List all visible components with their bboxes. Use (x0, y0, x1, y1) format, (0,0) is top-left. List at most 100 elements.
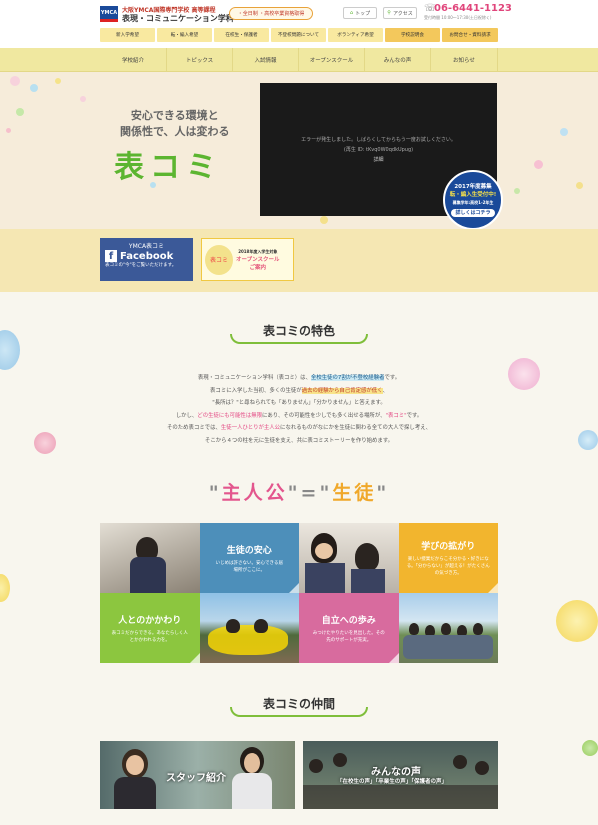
para-4-name: "表コミ" (385, 412, 407, 419)
department-name[interactable]: 表現・コミュニケーション学科 (122, 13, 234, 24)
hero-tagline-line1: 安心できる環境と (130, 109, 219, 122)
seal-detail-button[interactable]: 詳しくはコチラ (451, 209, 495, 217)
subnav-parents[interactable]: 在校生・保護者 (214, 28, 269, 42)
para-1-highlight: 全校生徒の7割が不登校経験者 (310, 375, 385, 381)
banner-strip: YMCA表コミ f Facebook 表コミの"今"をご覧いただけます。 表コミ… (0, 229, 598, 292)
open-school-guide: ご案内 (249, 264, 267, 271)
recruitment-seal[interactable]: 2017年度募集 転・編入生受付中! 募集学年:高校1-2年生 詳しくはコチラ (443, 170, 503, 230)
facebook-label: Facebook (120, 250, 174, 262)
seal-status: 転・編入生受付中! (449, 192, 497, 198)
staff-banner-label: スタッフ紹介 (166, 773, 226, 784)
pillar-relations[interactable]: 人とのかかわり 表コミだからできる。あなたらしく人とかかわれる力を。 (100, 593, 200, 663)
voices-banner-sub: 「在校生の声」「卒業生の声」「保護者の声」 (337, 779, 448, 785)
pillar-independence-text: みつけたやりたいを見出した。その先のサポートが充実。 (312, 630, 385, 643)
open-school-title: オープンスクール (236, 256, 280, 263)
top-button-label: トップ (355, 10, 371, 17)
group-photo (398, 593, 498, 663)
seal-year: 2017年度募集 (454, 184, 492, 190)
video-error-id: (再生 ID: tKvq0W0qdkUpug) (343, 147, 414, 153)
nav-news[interactable]: お知らせ (430, 48, 498, 72)
pillar-safety-text: いじめは許さない。安心できる居場所がここに。 (215, 560, 283, 573)
open-school-target: 2018年度入学生対象 (238, 248, 278, 254)
video-error-details-link[interactable]: 詳細 (260, 155, 497, 165)
facebook-account: YMCA表コミ (128, 243, 165, 250)
main-nav: 学校紹介 トピックス 入試情報 オープンスクール みんなの声 お知らせ (0, 48, 598, 72)
subnav-info-session[interactable]: 学校説明会 (385, 28, 440, 42)
pillar-relations-heading: 人とのかかわり (118, 615, 182, 626)
voices-banner[interactable]: みんなの声 「在校生の声」「卒業生の声」「保護者の声」 (303, 741, 498, 809)
facebook-icon: f (105, 250, 117, 262)
outdoor-photo (199, 593, 299, 663)
para-5a: そのため表コミでは、 (166, 425, 221, 431)
subnav-volunteer[interactable]: ボランティア希望 (328, 28, 383, 42)
deco-green-dot (582, 740, 598, 756)
para-2-highlight: 過去の経験から自己肯定感が低く (301, 387, 383, 394)
nav-open-school[interactable]: オープンスクール (298, 48, 364, 72)
slogan-quote-close: " (376, 482, 390, 504)
para-6: そこから４つの柱を元に生徒を支え、共に表コミストーリーを作り始めます。 (204, 437, 394, 444)
pillar-safety[interactable]: 生徒の安心 いじめは許さない。安心できる居場所がここに。 (199, 523, 299, 593)
pillar-learning[interactable]: 学びの拡がり 楽しい授業だからこそ分かる・好きになる。「分からない」が超える！が… (398, 523, 498, 593)
subnav-transfer[interactable]: 転・編入希望 (157, 28, 212, 42)
para-4c: にあり、その可能性を少しでも多く出せる場所が、 (262, 412, 386, 419)
para-3: "長所は？"と尋ねられても「ありません」「分かりません」と答えます。 (212, 400, 386, 406)
para-4e: です。 (406, 412, 423, 419)
voices-banner-label: みんなの声 (371, 767, 421, 778)
top-button[interactable]: ⌂ トップ (343, 7, 377, 19)
staff-banner[interactable]: スタッフ紹介 (100, 741, 295, 809)
nav-admissions[interactable]: 入試情報 (232, 48, 298, 72)
slogan: "主人公"="生徒" (0, 478, 598, 505)
features-title-underline (230, 334, 368, 344)
site-header: YMCA 大阪YMCA国際専門学校 高等課程 表現・コミュニケーション学科 ・全… (0, 0, 598, 48)
para-1a: 表現・コミュニケーション学科（表コミ）は、 (197, 375, 311, 381)
mascot-image: 表コミ (205, 244, 233, 275)
deco-yellow-dot (0, 574, 10, 602)
students-photo (299, 523, 399, 593)
para-5c: になれるものがなにかを生徒に関わる全ての大人で探し考え、 (280, 425, 431, 431)
pillar-independence[interactable]: 自立への歩み みつけたやりたいを見出した。その先のサポートが充実。 (299, 593, 399, 663)
slogan-equals: "=" (287, 482, 333, 504)
members-title-underline (230, 707, 368, 717)
pillar-independence-heading: 自立への歩み (321, 615, 376, 626)
nav-topics[interactable]: トピックス (166, 48, 232, 72)
nav-about[interactable]: 学校紹介 (100, 48, 166, 72)
home-icon: ⌂ (349, 10, 354, 16)
para-1c: です。 (384, 375, 401, 381)
facebook-banner[interactable]: YMCA表コミ f Facebook 表コミの"今"をご覧いただけます。 (100, 238, 193, 281)
pillar-safety-heading: 生徒の安心 (226, 545, 272, 556)
deco-yellow-dot-right (556, 600, 598, 642)
pillar-learning-text: 楽しい授業だからこそ分かる・好きになる。「分からない」が超える！がたくさんの気づ… (406, 557, 490, 576)
ymca-logo[interactable]: YMCA (100, 6, 118, 22)
nav-voices[interactable]: みんなの声 (364, 48, 430, 72)
open-school-banner[interactable]: 表コミ 2018年度入学生対象 オープンスクール ご案内 (201, 238, 294, 281)
pillar-learning-heading: 学びの拡がり (421, 542, 476, 552)
phone-number[interactable]: 06-6441-1123 (434, 3, 512, 14)
hero-tagline: 安心できる環境と 関係性で、人は変わる (120, 108, 230, 140)
slogan-quote-open: " (208, 482, 222, 504)
para-2a: 表コミに入学した当初、多くの生徒が (210, 387, 302, 394)
pin-icon: ⚲ (387, 10, 391, 16)
slogan-student: 生徒 (332, 482, 377, 504)
subnav-new-students[interactable]: 新入学希望 (100, 28, 155, 42)
subnav-truancy[interactable]: 不登校問題について (271, 28, 326, 42)
subnav-contact[interactable]: お問合せ・資料請求 (442, 28, 498, 42)
video-error-text: エラーが発生しました。しばらくしてからもう一度お試しください。 (301, 137, 456, 143)
phone-hours: 受付時間 10:00〜17:30(土日祝除く) (424, 15, 492, 20)
access-button[interactable]: ⚲ アクセス (383, 7, 417, 19)
open-school-text: 2018年度入学生対象 オープンスクール ご案内 (236, 248, 280, 272)
access-button-label: アクセス (392, 10, 413, 17)
para-4-highlight: どの生徒にも可能性は無限 (197, 412, 262, 419)
hero-tagline-line2: 関係性で、人は変わる (120, 125, 230, 138)
facebook-caption: 表コミの"今"をご覧いただけます。 (105, 263, 177, 268)
slogan-protagonist: 主人公 (221, 482, 288, 504)
four-pillars-grid: 生徒の安心 いじめは許さない。安心できる居場所がここに。 学びの拡がり 楽しい授… (100, 523, 498, 663)
para-5-highlight: 生徒一人ひとりが主人公 (220, 425, 281, 431)
deco-blue-dot (0, 330, 20, 370)
pillar-relations-text: 表コミだからできる。あなたらしく人とかかわれる力を。 (111, 630, 188, 643)
para-2c: 、 (382, 387, 388, 394)
classroom-photo (100, 523, 200, 593)
seal-grade: 募集学年:高校1-2年生 (452, 200, 494, 205)
video-error-message: エラーが発生しました。しばらくしてからもう一度お試しください。 (再生 ID: … (260, 135, 497, 165)
para-4a: しかし、 (175, 412, 198, 419)
course-badge: ・全日制 ・高校卒業資格取得 (229, 7, 313, 20)
